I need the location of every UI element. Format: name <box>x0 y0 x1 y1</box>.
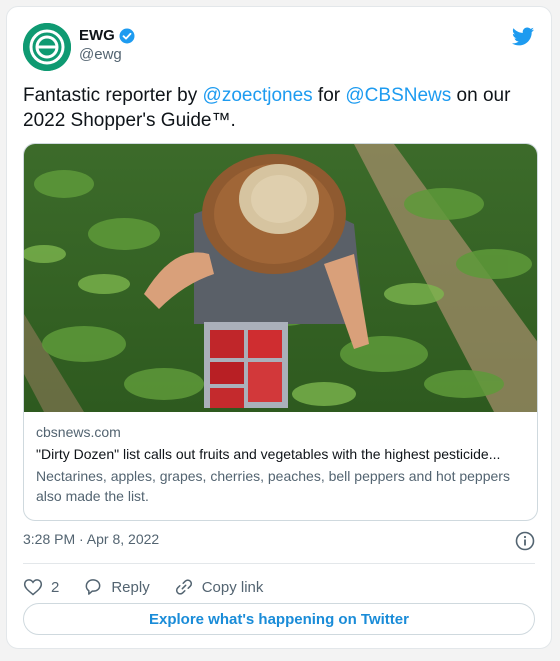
explore-twitter-button[interactable]: Explore what's happening on Twitter <box>23 603 535 635</box>
action-bar: 2 Reply Copy link <box>23 573 263 601</box>
reply-label: Reply <box>111 578 150 596</box>
reply-button[interactable]: Reply <box>83 577 150 597</box>
copy-link-label: Copy link <box>201 578 264 596</box>
link-domain: cbsnews.com <box>36 424 121 440</box>
like-button[interactable]: 2 <box>23 577 59 597</box>
mention-cbsnews[interactable]: @CBSNews <box>345 85 451 106</box>
tweet-text-part: for <box>312 85 346 106</box>
author-handle[interactable]: @ewg <box>79 46 135 63</box>
link-icon <box>175 579 192 595</box>
tweet-header: EWG @ewg <box>23 23 535 71</box>
author-block: EWG @ewg <box>79 27 135 63</box>
link-title[interactable]: "Dirty Dozen" list calls out fruits and … <box>36 446 525 462</box>
twitter-logo-icon[interactable] <box>511 25 535 49</box>
tweet-card: EWG @ewg Fantastic reporter by @zoectjon… <box>6 6 552 649</box>
tweet-text: Fantastic reporter by @zoectjones for @C… <box>23 83 543 133</box>
timestamp-row: 3:28 PM · Apr 8, 2022 <box>23 531 535 551</box>
heart-icon <box>23 579 43 596</box>
info-icon[interactable] <box>515 531 535 551</box>
copy-link-button[interactable]: Copy link <box>174 577 264 597</box>
ewg-logo-icon <box>23 23 71 71</box>
tweet-text-part: Fantastic reporter by <box>23 85 203 106</box>
link-preview-image[interactable] <box>24 144 538 412</box>
reply-icon <box>85 579 101 595</box>
like-count: 2 <box>51 578 60 596</box>
author-name[interactable]: EWG <box>79 27 115 44</box>
divider <box>23 563 535 564</box>
link-description: Nectarines, apples, grapes, cherries, pe… <box>36 468 510 504</box>
link-preview-card[interactable]: cbsnews.com "Dirty Dozen" list calls out… <box>23 143 538 521</box>
link-meta: cbsnews.com "Dirty Dozen" list calls out… <box>36 424 525 506</box>
tweet-timestamp[interactable]: 3:28 PM · Apr 8, 2022 <box>23 531 159 547</box>
verified-badge-icon <box>119 28 135 43</box>
mention-zoectjones[interactable]: @zoectjones <box>203 85 313 106</box>
avatar[interactable] <box>23 23 71 71</box>
